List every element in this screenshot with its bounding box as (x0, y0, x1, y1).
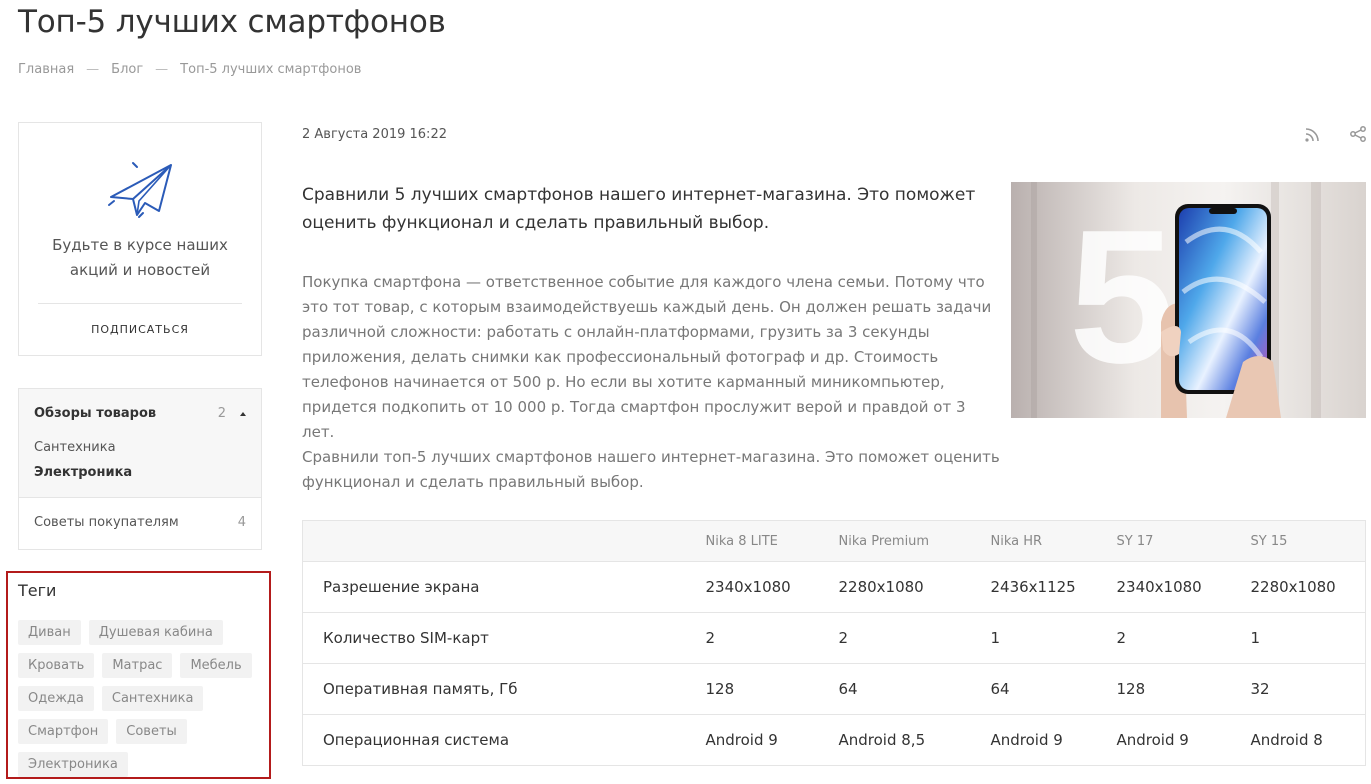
table-cell: 2280x1080 (1230, 561, 1366, 613)
image-big-number: 5 (1069, 191, 1175, 403)
table-cell: Операционная система (302, 714, 686, 766)
table-cell: 1 (1230, 612, 1366, 664)
table-cell: 2280x1080 (818, 561, 971, 613)
table-header: Nika Premium (818, 520, 971, 562)
breadcrumb-home[interactable]: Главная (18, 62, 74, 77)
table-cell: Android 9 (970, 714, 1097, 766)
table-row: Оперативная память, Гб 128 64 64 128 32 (302, 663, 1366, 715)
category-tips[interactable]: Советы покупателям 4 (34, 515, 246, 530)
share-icon[interactable] (1349, 125, 1367, 143)
category-group-tips: Советы покупателям 4 (19, 498, 261, 547)
table-cell: 2 (818, 612, 971, 664)
tag-item[interactable]: Матрас (102, 653, 173, 678)
tag-item[interactable]: Душевая кабина (88, 620, 223, 645)
breadcrumb-separator: — (155, 62, 169, 77)
tag-item[interactable]: Смартфон (18, 719, 109, 744)
subscribe-box: Будьте в курсе наших акций и новостей ПО… (18, 122, 262, 356)
tag-item[interactable]: Мебель (180, 653, 252, 678)
table-cell: 2340x1080 (1096, 561, 1231, 613)
tag-item[interactable]: Электроника (18, 752, 128, 777)
table-row: Разрешение экрана 2340x1080 2280x1080 24… (302, 561, 1366, 613)
subscribe-divider (38, 303, 242, 304)
table-cell: Разрешение экрана (302, 561, 686, 613)
category-label[interactable]: Обзоры товаров (34, 406, 156, 421)
subscribe-button[interactable]: ПОДПИСАТЬСЯ (19, 323, 261, 336)
table-cell: 2436x1125 (970, 561, 1097, 613)
tag-item[interactable]: Диван (18, 620, 81, 645)
table-cell: 64 (818, 663, 971, 715)
tags-title: Теги (18, 581, 57, 600)
tag-item[interactable]: Советы (116, 719, 187, 744)
page-title: Топ-5 лучших смартфонов (18, 4, 446, 40)
table-cell: 1 (970, 612, 1097, 664)
breadcrumb-blog[interactable]: Блог (111, 62, 143, 77)
table-cell: Оперативная память, Гб (302, 663, 686, 715)
table-header: Nika 8 LITE (685, 520, 819, 562)
category-label[interactable]: Советы покупателям (34, 515, 179, 530)
category-item-plumbing[interactable]: Сантехника (34, 435, 246, 460)
table-cell: 128 (1096, 663, 1231, 715)
category-count-wrap: 2 (218, 406, 246, 421)
table-cell: 2340x1080 (685, 561, 819, 613)
paper-plane-icon (108, 162, 172, 218)
breadcrumb: Главная — Блог — Топ-5 лучших смартфонов (18, 62, 361, 77)
table-cell: Количество SIM-карт (302, 612, 686, 664)
tag-item[interactable]: Одежда (18, 686, 94, 711)
breadcrumb-current: Топ-5 лучших смартфонов (180, 62, 362, 77)
category-count: 2 (217, 406, 226, 421)
table-row: Количество SIM-карт 2 2 1 2 1 (302, 612, 1366, 664)
breadcrumb-separator: — (86, 62, 100, 77)
article-paragraph: Сравнили топ-5 лучших смартфонов нашего … (302, 448, 1000, 491)
tag-item[interactable]: Сантехника (101, 686, 204, 711)
subscribe-text: Будьте в курсе наших акций и новостей (52, 236, 228, 279)
category-children: Сантехника Электроника (34, 435, 246, 485)
table-cell: 128 (685, 663, 819, 715)
table-header: SY 15 (1230, 520, 1366, 562)
table-row: Операционная система Android 9 Android 8… (302, 714, 1366, 766)
table-header (302, 520, 686, 562)
caret-up-icon[interactable] (240, 411, 246, 416)
table-cell: Android 8 (1230, 714, 1366, 766)
specs-table: Nika 8 LITE Nika Premium Nika HR SY 17 S… (302, 520, 1366, 766)
article-paragraph: Покупка смартфона — ответственное событи… (302, 273, 992, 441)
table-cell: Android 8,5 (818, 714, 971, 766)
table-cell: Android 9 (1096, 714, 1231, 766)
category-group-reviews: Обзоры товаров 2 Сантехника Электроника (19, 389, 261, 498)
rss-icon[interactable] (1303, 126, 1321, 144)
article-image: 5 (1011, 182, 1366, 418)
table-header: SY 17 (1096, 520, 1231, 562)
table-cell: 2 (685, 612, 819, 664)
article-lead: Сравнили 5 лучших смартфонов нашего инте… (302, 185, 976, 233)
table-cell: Android 9 (685, 714, 819, 766)
tag-item[interactable]: Кровать (18, 653, 95, 678)
table-header-row: Nika 8 LITE Nika Premium Nika HR SY 17 S… (302, 520, 1366, 562)
category-count: 4 (237, 515, 246, 530)
article-date: 2 Августа 2019 16:22 (302, 127, 447, 142)
category-item-electronics[interactable]: Электроника (34, 460, 246, 485)
blog-categories: Обзоры товаров 2 Сантехника Электроника … (18, 388, 262, 550)
table-cell: 2 (1096, 612, 1231, 664)
table-cell: 64 (970, 663, 1097, 715)
category-reviews[interactable]: Обзоры товаров 2 (34, 406, 246, 421)
table-cell: 32 (1230, 663, 1366, 715)
tags-panel: Теги Диван Душевая кабина Кровать Матрас… (6, 571, 271, 779)
tags-list: Диван Душевая кабина Кровать Матрас Мебе… (18, 620, 263, 777)
table-header: Nika HR (970, 520, 1097, 562)
